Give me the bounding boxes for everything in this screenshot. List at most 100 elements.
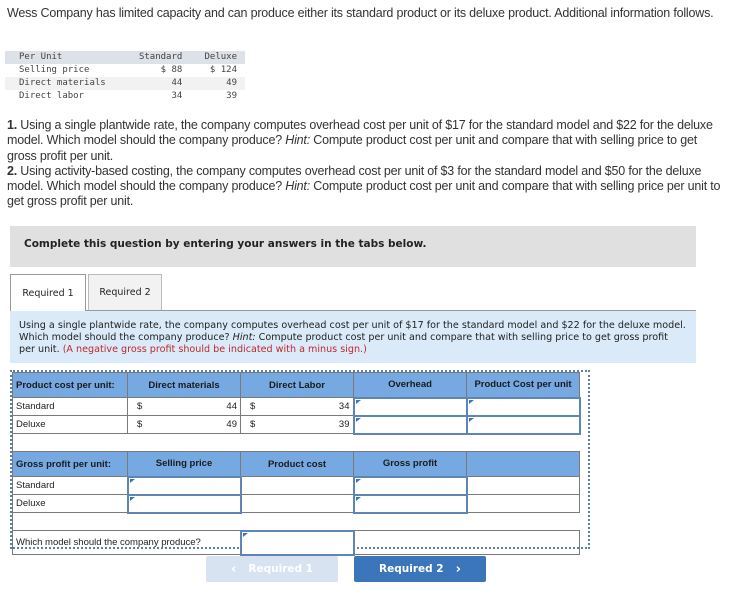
product-cost-cell	[240, 494, 354, 513]
question-2-number: 2.	[7, 163, 18, 178]
hint-label: Hint:	[285, 179, 310, 194]
product-cost-header-row: Product cost per unit: Direct materials …	[12, 372, 580, 398]
given-deluxe-value: $ 124	[209, 65, 237, 75]
gross-profit-row-deluxe: Deluxe	[12, 493, 580, 514]
spacer-row	[12, 433, 580, 452]
given-row: Direct labor 34 39	[5, 90, 245, 103]
deluxe-gross-profit-input[interactable]	[355, 496, 465, 511]
deluxe-overhead-input[interactable]	[355, 417, 465, 432]
product-cost-per-unit-header: Product Cost per unit	[466, 372, 580, 398]
hint-label: Hint:	[232, 332, 256, 343]
dollar-sign: $	[250, 419, 256, 430]
model-choice-row: Which model should the company produce?	[12, 529, 580, 556]
chevron-right-icon: ›	[455, 561, 461, 577]
gross-profit-header: Gross profit per unit:	[12, 451, 128, 477]
direct-materials-header: Direct materials	[127, 372, 241, 398]
spacer-cell	[12, 433, 128, 452]
question-1-number: 1.	[7, 118, 18, 132]
empty-cell	[466, 476, 580, 495]
empty-cell	[466, 494, 580, 513]
gross-profit-input-cell	[352, 493, 468, 514]
instruction-banner: Complete this question by entering your …	[10, 226, 696, 267]
spacer-row	[12, 512, 580, 531]
overhead-header: Overhead	[353, 372, 467, 398]
standard-product-cost-input[interactable]	[468, 399, 578, 414]
model-question-label: Which model should the company produce?	[12, 530, 241, 555]
spacer-cell	[353, 433, 467, 452]
direct-labor-value: 34	[338, 401, 350, 412]
given-deluxe-value: 49	[190, 77, 245, 90]
direct-labor-header: Direct Labor	[240, 372, 354, 398]
direct-labor-value: 39	[338, 419, 350, 430]
previous-required-button[interactable]: ‹ Required 1	[206, 556, 338, 582]
spacer-cell	[12, 512, 128, 531]
given-row-label: Direct materials	[5, 77, 138, 90]
direct-materials-value: 49	[226, 419, 237, 430]
requirement-description: Using a single plantwide rate, the compa…	[10, 311, 696, 363]
given-standard-value: 44	[137, 77, 191, 90]
given-row-label: Selling price	[19, 65, 90, 75]
given-header-row: Per Unit Standard Deluxe	[5, 51, 245, 64]
standard-overhead-input[interactable]	[355, 399, 465, 414]
chevron-left-icon: ‹	[231, 561, 237, 577]
product-cost-input-cell	[465, 414, 581, 435]
gross-profit-header-row: Gross profit per unit: Selling price Pro…	[12, 451, 580, 477]
product-cost-row-deluxe: Deluxe $49 $39	[12, 414, 581, 435]
model-choice-input[interactable]	[242, 532, 352, 553]
given-data-table: Per Unit Standard Deluxe Selling price $…	[5, 51, 245, 103]
product-cost-input-cell	[465, 396, 581, 417]
product-cost-row-standard: Standard $44 $34	[12, 396, 581, 417]
direct-materials-cell: $44	[127, 397, 241, 416]
dollar-sign: $	[137, 401, 143, 412]
empty-cell	[353, 530, 580, 555]
deluxe-product-cost-input[interactable]	[468, 417, 578, 432]
product-cost-header: Product cost	[240, 451, 354, 477]
direct-labor-cell: $34	[240, 397, 354, 416]
row-label: Deluxe	[12, 494, 128, 513]
spacer-cell	[240, 433, 354, 452]
questions: 1. Using a single plantwide rate, the co…	[7, 118, 722, 210]
given-row-label: Direct labor	[19, 91, 85, 101]
row-label: Standard	[12, 476, 128, 495]
gross-profit-input-cell	[352, 475, 468, 496]
given-row: Direct materials 44 49	[5, 77, 245, 90]
given-row: Selling price $ 88 $ 124	[5, 64, 245, 77]
standard-gross-profit-input[interactable]	[355, 478, 465, 493]
next-required-button[interactable]: Required 2 ›	[354, 556, 486, 582]
dollar-sign: $	[137, 419, 143, 430]
spacer-cell	[127, 433, 241, 452]
deluxe-selling-price-input[interactable]	[129, 496, 239, 511]
model-answer-cell	[239, 529, 355, 556]
question-2: 2. Using activity-based costing, the com…	[7, 164, 722, 210]
question-1: 1. Using a single plantwide rate, the co…	[7, 118, 722, 164]
given-standard-value: 34	[171, 91, 183, 101]
tab-required-2[interactable]: Required 2	[88, 274, 162, 310]
given-deluxe-value: 39	[226, 91, 237, 101]
direct-materials-cell: $49	[127, 415, 241, 434]
instruction-text: Complete this question by entering your …	[24, 238, 427, 250]
given-header-label: Per Unit	[5, 51, 138, 64]
negative-sign-note: (A negative gross profit should be indic…	[62, 344, 367, 355]
tab-required-1[interactable]: Required 1	[10, 274, 86, 311]
selling-price-input-cell	[126, 493, 242, 514]
gross-profit-row-standard: Standard	[12, 475, 580, 496]
problem-intro: Wess Company has limited capacity and ca…	[7, 6, 714, 20]
empty-header	[466, 451, 580, 477]
given-header-standard: Standard	[137, 51, 191, 64]
next-button-label: Required 2	[379, 563, 444, 575]
selling-price-input-cell	[126, 475, 242, 496]
spacer-cell	[466, 512, 580, 531]
overhead-input-cell	[352, 396, 468, 417]
row-label: Standard	[12, 397, 128, 416]
gross-profit-col-header: Gross profit	[353, 451, 467, 477]
given-header-deluxe: Deluxe	[190, 51, 245, 64]
spacer-cell	[240, 512, 354, 531]
direct-labor-cell: $39	[240, 415, 354, 434]
standard-selling-price-input[interactable]	[129, 478, 239, 493]
selling-price-header: Selling price	[127, 451, 241, 477]
overhead-input-cell	[352, 414, 468, 435]
given-standard-value: $ 88	[160, 65, 183, 75]
product-cost-header: Product cost per unit:	[12, 372, 128, 398]
product-cost-cell	[240, 476, 354, 495]
answer-worksheet: Product cost per unit: Direct materials …	[10, 370, 590, 556]
